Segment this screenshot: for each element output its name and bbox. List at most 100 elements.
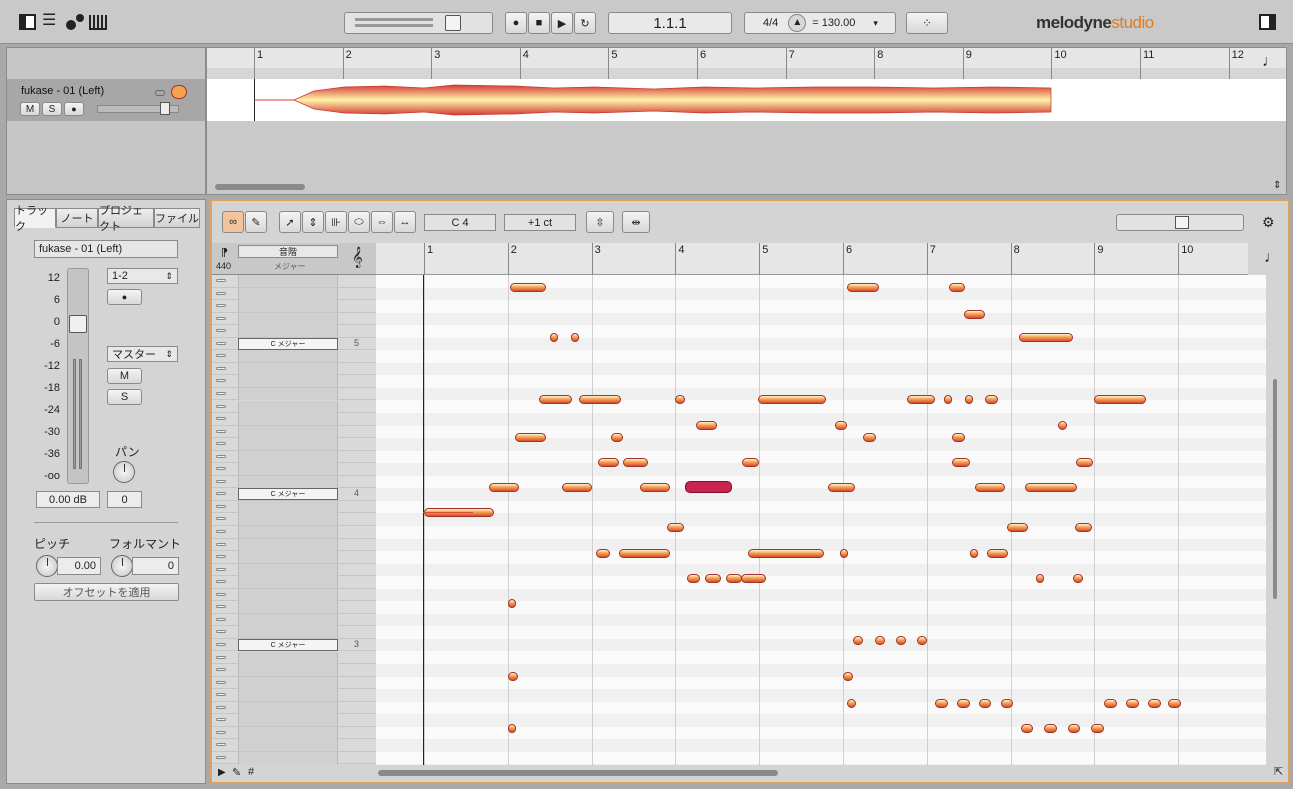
note-blob[interactable] [956, 699, 970, 709]
separation-tool-button[interactable]: ↔ [394, 211, 416, 233]
note-blob[interactable] [975, 483, 1005, 493]
scale-row[interactable] [212, 563, 376, 577]
scale-row[interactable] [212, 513, 376, 526]
note-blob[interactable] [725, 573, 743, 583]
zoom-slider[interactable] [344, 12, 493, 34]
scale-row[interactable] [212, 601, 376, 614]
amplitude-tool-button[interactable]: ⊪ [325, 211, 347, 233]
tab-note[interactable]: ノート [56, 208, 98, 228]
scale-row[interactable] [212, 475, 376, 489]
formant-knob[interactable] [111, 555, 133, 577]
note-blob[interactable] [951, 433, 965, 443]
note-blob[interactable] [742, 458, 760, 468]
note-blob[interactable] [963, 310, 985, 320]
note-blob[interactable] [1035, 573, 1044, 583]
output-select[interactable]: 1-2 ⇕ [107, 268, 178, 284]
note-blob[interactable] [696, 420, 718, 430]
note-blob[interactable] [595, 548, 611, 558]
expand-icon[interactable]: ⇱ [1274, 765, 1283, 778]
clef-icon[interactable]: 𝄞 [352, 247, 363, 268]
grid-icon[interactable]: # [248, 766, 254, 778]
scale-row[interactable] [212, 651, 376, 664]
scale-row[interactable] [212, 588, 376, 602]
note-blob[interactable] [687, 573, 700, 583]
note-blob[interactable] [843, 671, 854, 681]
note-value-icon[interactable]: ♩ [1262, 53, 1278, 71]
tab-project[interactable]: プロジェクト [98, 205, 154, 233]
track-name[interactable]: fukase - 01 (Left) [21, 85, 104, 97]
note-blob[interactable] [970, 548, 979, 558]
scale-row[interactable] [212, 714, 376, 727]
scale-row[interactable] [212, 287, 376, 301]
note-blob[interactable] [667, 523, 684, 533]
note-blob[interactable] [748, 548, 824, 558]
tempo-value[interactable]: = 130.00 [812, 17, 855, 29]
note-blob[interactable] [1067, 724, 1081, 734]
cent-field[interactable]: +1 ct [504, 214, 576, 231]
note-blob[interactable] [507, 598, 517, 608]
scale-mode[interactable]: メジャー [274, 261, 306, 272]
scale-row[interactable] [212, 689, 376, 702]
time-signature[interactable]: 4/4 [763, 17, 778, 29]
note-blob[interactable] [978, 699, 992, 709]
inspector-solo-button[interactable]: S [107, 389, 142, 405]
note-blob[interactable] [847, 282, 880, 292]
scale-row[interactable] [212, 425, 376, 439]
playhead[interactable] [423, 275, 424, 765]
formant-tool-button[interactable]: ⬭ [348, 211, 370, 233]
note-blob[interactable] [538, 395, 573, 405]
scale-row[interactable] [212, 526, 376, 539]
scale-row[interactable] [212, 362, 376, 376]
note-blob[interactable] [1044, 724, 1057, 734]
scale-row[interactable] [212, 701, 376, 715]
note-blob[interactable] [1020, 724, 1034, 734]
master-select[interactable]: マスター ⇕ [107, 346, 178, 362]
track-volume-slider[interactable] [97, 102, 179, 115]
time-grid-button[interactable]: ⇹ [622, 211, 650, 233]
scale-row[interactable] [212, 325, 376, 338]
blob-tool-button[interactable]: ∞ [222, 211, 244, 233]
note-blob[interactable] [610, 433, 624, 443]
note-blob[interactable] [1058, 420, 1067, 430]
octave-label[interactable]: C メジャー [238, 488, 338, 501]
scale-row[interactable] [212, 538, 376, 552]
arrange-expand-icon[interactable]: ⇕ [1273, 180, 1285, 192]
scale-row[interactable] [212, 576, 376, 589]
wrench-tool-button[interactable]: ✎ [245, 211, 267, 233]
note-blob[interactable] [948, 282, 966, 292]
note-blob[interactable] [1168, 699, 1181, 709]
pitch-tool-button[interactable]: ⇕ [302, 211, 324, 233]
note-blob[interactable] [562, 483, 592, 493]
note-blob[interactable] [1007, 523, 1029, 533]
scale-row[interactable] [212, 463, 376, 476]
note-blob[interactable] [579, 395, 621, 405]
panel-toggle-icon[interactable] [1259, 14, 1276, 30]
scale-row[interactable] [212, 551, 376, 564]
track-header[interactable]: fukase - 01 (Left) M S ● [7, 79, 205, 121]
note-blob[interactable] [827, 483, 855, 493]
editor-zoom-slider[interactable] [1116, 214, 1244, 231]
octave-label[interactable]: C メジャー [238, 337, 338, 350]
note-blob[interactable] [1075, 523, 1092, 533]
note-blob[interactable] [757, 395, 827, 405]
track-name-field[interactable]: fukase - 01 (Left) [34, 240, 178, 258]
note-blob[interactable] [622, 458, 648, 468]
time-tool-button[interactable]: ⇔ [371, 211, 393, 233]
scale-row[interactable] [212, 613, 376, 627]
ref-frequency[interactable]: 440 [216, 261, 231, 271]
scale-row[interactable] [212, 664, 376, 677]
note-blob[interactable] [840, 548, 849, 558]
scale-row[interactable] [212, 300, 376, 313]
record-enable-button[interactable]: ● [64, 102, 84, 116]
note-blob[interactable] [863, 433, 876, 443]
spectrum-icon[interactable] [89, 15, 107, 30]
play-button[interactable]: ▶ [551, 12, 573, 34]
tab-file[interactable]: ファイル [154, 208, 200, 228]
vertical-scrollbar[interactable] [1270, 279, 1280, 769]
input-monitor-button[interactable]: ● [107, 289, 142, 305]
note-blob[interactable] [549, 332, 559, 342]
scale-row[interactable] [212, 726, 376, 740]
note-blob[interactable] [507, 671, 518, 681]
note-blob[interactable] [740, 573, 766, 583]
apply-offset-button[interactable]: オフセットを適用 [34, 583, 179, 601]
